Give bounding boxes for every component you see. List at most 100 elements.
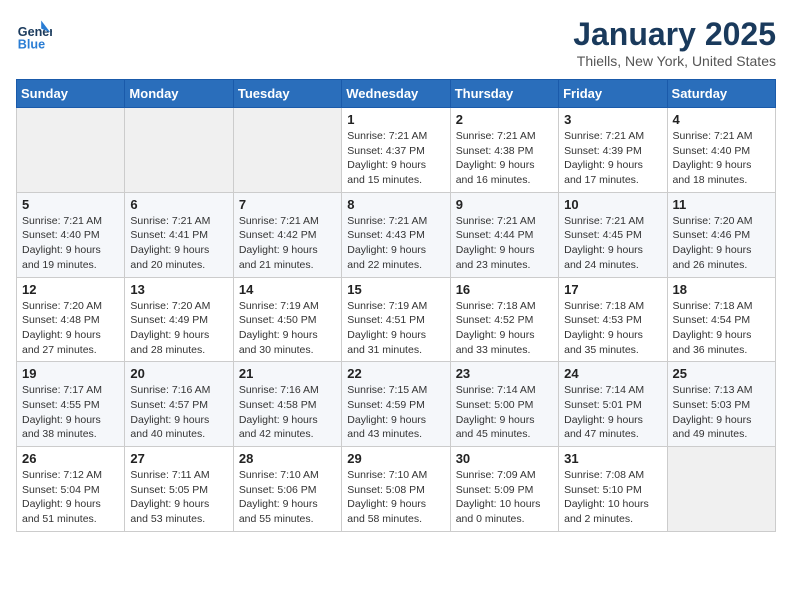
day-cell: 23 Sunrise: 7:14 AM Sunset: 5:00 PM Dayli… — [450, 362, 558, 447]
day-cell — [233, 108, 341, 193]
day-cell: 11 Sunrise: 7:20 AM Sunset: 4:46 PM Dayli… — [667, 192, 775, 277]
day-number: 28 — [239, 451, 336, 466]
day-cell: 10Sunrise: 7:21 AM Sunset: 4:45 PM Dayli… — [559, 192, 667, 277]
day-number: 15 — [347, 282, 444, 297]
day-info: Sunrise: 7:18 AM Sunset: 4:54 PM Dayligh… — [673, 299, 770, 358]
svg-text:Blue: Blue — [18, 37, 45, 51]
day-header-wednesday: Wednesday — [342, 80, 450, 108]
day-info: Sunrise: 7:14 AM Sunset: 5:00 PM Dayligh… — [456, 383, 553, 442]
day-info: Sunrise: 7:08 AM Sunset: 5:10 PM Dayligh… — [564, 468, 661, 527]
day-info: Sunrise: 7:09 AM Sunset: 5:09 PM Dayligh… — [456, 468, 553, 527]
day-number: 25 — [673, 366, 770, 381]
day-cell: 4 Sunrise: 7:21 AM Sunset: 4:40 PM Daylig… — [667, 108, 775, 193]
day-header-friday: Friday — [559, 80, 667, 108]
day-info: Sunrise: 7:10 AM Sunset: 5:08 PM Dayligh… — [347, 468, 444, 527]
day-info: Sunrise: 7:11 AM Sunset: 5:05 PM Dayligh… — [130, 468, 227, 527]
day-number: 20 — [130, 366, 227, 381]
day-number: 26 — [22, 451, 119, 466]
day-header-saturday: Saturday — [667, 80, 775, 108]
day-number: 23 — [456, 366, 553, 381]
title-block: January 2025 Thiells, New York, United S… — [573, 16, 776, 69]
day-number: 18 — [673, 282, 770, 297]
week-row-2: 5 Sunrise: 7:21 AM Sunset: 4:40 PM Daylig… — [17, 192, 776, 277]
day-info: Sunrise: 7:21 AM Sunset: 4:42 PM Dayligh… — [239, 214, 336, 273]
day-cell: 13 Sunrise: 7:20 AM Sunset: 4:49 PM Dayli… — [125, 277, 233, 362]
day-header-monday: Monday — [125, 80, 233, 108]
day-number: 24 — [564, 366, 661, 381]
day-header-sunday: Sunday — [17, 80, 125, 108]
day-number: 1 — [347, 112, 444, 127]
day-cell: 2Sunrise: 7:21 AM Sunset: 4:38 PM Daylig… — [450, 108, 558, 193]
day-number: 29 — [347, 451, 444, 466]
month-title: January 2025 — [573, 16, 776, 53]
week-row-5: 26 Sunrise: 7:12 AM Sunset: 5:04 PM Dayli… — [17, 447, 776, 532]
day-number: 16 — [456, 282, 553, 297]
day-number: 6 — [130, 197, 227, 212]
day-cell: 7 Sunrise: 7:21 AM Sunset: 4:42 PM Daylig… — [233, 192, 341, 277]
day-cell: 17Sunrise: 7:18 AM Sunset: 4:53 PM Dayli… — [559, 277, 667, 362]
day-header-thursday: Thursday — [450, 80, 558, 108]
day-cell: 1 Sunrise: 7:21 AM Sunset: 4:37 PM Daylig… — [342, 108, 450, 193]
day-cell: 20Sunrise: 7:16 AM Sunset: 4:57 PM Dayli… — [125, 362, 233, 447]
day-number: 22 — [347, 366, 444, 381]
day-info: Sunrise: 7:20 AM Sunset: 4:49 PM Dayligh… — [130, 299, 227, 358]
day-cell — [125, 108, 233, 193]
day-info: Sunrise: 7:21 AM Sunset: 4:40 PM Dayligh… — [22, 214, 119, 273]
day-info: Sunrise: 7:12 AM Sunset: 5:04 PM Dayligh… — [22, 468, 119, 527]
day-header-tuesday: Tuesday — [233, 80, 341, 108]
day-cell: 16 Sunrise: 7:18 AM Sunset: 4:52 PM Dayli… — [450, 277, 558, 362]
day-number: 11 — [673, 197, 770, 212]
day-info: Sunrise: 7:14 AM Sunset: 5:01 PM Dayligh… — [564, 383, 661, 442]
day-number: 4 — [673, 112, 770, 127]
day-info: Sunrise: 7:21 AM Sunset: 4:39 PM Dayligh… — [564, 129, 661, 188]
day-info: Sunrise: 7:13 AM Sunset: 5:03 PM Dayligh… — [673, 383, 770, 442]
day-cell: 27 Sunrise: 7:11 AM Sunset: 5:05 PM Dayli… — [125, 447, 233, 532]
day-info: Sunrise: 7:21 AM Sunset: 4:44 PM Dayligh… — [456, 214, 553, 273]
day-cell: 22 Sunrise: 7:15 AM Sunset: 4:59 PM Dayli… — [342, 362, 450, 447]
day-number: 9 — [456, 197, 553, 212]
day-cell: 9 Sunrise: 7:21 AM Sunset: 4:44 PM Daylig… — [450, 192, 558, 277]
day-cell: 24 Sunrise: 7:14 AM Sunset: 5:01 PM Dayli… — [559, 362, 667, 447]
day-cell: 12Sunrise: 7:20 AM Sunset: 4:48 PM Dayli… — [17, 277, 125, 362]
day-cell: 25 Sunrise: 7:13 AM Sunset: 5:03 PM Dayli… — [667, 362, 775, 447]
day-number: 7 — [239, 197, 336, 212]
day-cell: 15 Sunrise: 7:19 AM Sunset: 4:51 PM Dayli… — [342, 277, 450, 362]
day-info: Sunrise: 7:19 AM Sunset: 4:51 PM Dayligh… — [347, 299, 444, 358]
day-number: 3 — [564, 112, 661, 127]
week-row-1: 1 Sunrise: 7:21 AM Sunset: 4:37 PM Daylig… — [17, 108, 776, 193]
day-number: 27 — [130, 451, 227, 466]
calendar-table: SundayMondayTuesdayWednesdayThursdayFrid… — [16, 79, 776, 532]
day-cell: 14Sunrise: 7:19 AM Sunset: 4:50 PM Dayli… — [233, 277, 341, 362]
location: Thiells, New York, United States — [573, 53, 776, 69]
day-cell: 21Sunrise: 7:16 AM Sunset: 4:58 PM Dayli… — [233, 362, 341, 447]
day-info: Sunrise: 7:21 AM Sunset: 4:37 PM Dayligh… — [347, 129, 444, 188]
day-info: Sunrise: 7:21 AM Sunset: 4:40 PM Dayligh… — [673, 129, 770, 188]
day-info: Sunrise: 7:18 AM Sunset: 4:52 PM Dayligh… — [456, 299, 553, 358]
week-row-3: 12Sunrise: 7:20 AM Sunset: 4:48 PM Dayli… — [17, 277, 776, 362]
day-cell — [667, 447, 775, 532]
day-info: Sunrise: 7:15 AM Sunset: 4:59 PM Dayligh… — [347, 383, 444, 442]
day-number: 8 — [347, 197, 444, 212]
day-number: 2 — [456, 112, 553, 127]
day-info: Sunrise: 7:10 AM Sunset: 5:06 PM Dayligh… — [239, 468, 336, 527]
day-number: 21 — [239, 366, 336, 381]
day-number: 30 — [456, 451, 553, 466]
day-info: Sunrise: 7:21 AM Sunset: 4:43 PM Dayligh… — [347, 214, 444, 273]
day-info: Sunrise: 7:20 AM Sunset: 4:46 PM Dayligh… — [673, 214, 770, 273]
day-cell: 6 Sunrise: 7:21 AM Sunset: 4:41 PM Daylig… — [125, 192, 233, 277]
day-cell: 26 Sunrise: 7:12 AM Sunset: 5:04 PM Dayli… — [17, 447, 125, 532]
logo: General Blue — [16, 16, 52, 52]
day-number: 13 — [130, 282, 227, 297]
day-number: 5 — [22, 197, 119, 212]
logo-icon: General Blue — [16, 16, 52, 52]
day-cell: 5 Sunrise: 7:21 AM Sunset: 4:40 PM Daylig… — [17, 192, 125, 277]
day-cell: 18 Sunrise: 7:18 AM Sunset: 4:54 PM Dayli… — [667, 277, 775, 362]
day-info: Sunrise: 7:21 AM Sunset: 4:41 PM Dayligh… — [130, 214, 227, 273]
day-number: 31 — [564, 451, 661, 466]
day-info: Sunrise: 7:18 AM Sunset: 4:53 PM Dayligh… — [564, 299, 661, 358]
page-header: General Blue January 2025 Thiells, New Y… — [16, 16, 776, 69]
day-cell: 28 Sunrise: 7:10 AM Sunset: 5:06 PM Dayli… — [233, 447, 341, 532]
day-cell: 8 Sunrise: 7:21 AM Sunset: 4:43 PM Daylig… — [342, 192, 450, 277]
header-row: SundayMondayTuesdayWednesdayThursdayFrid… — [17, 80, 776, 108]
week-row-4: 19Sunrise: 7:17 AM Sunset: 4:55 PM Dayli… — [17, 362, 776, 447]
